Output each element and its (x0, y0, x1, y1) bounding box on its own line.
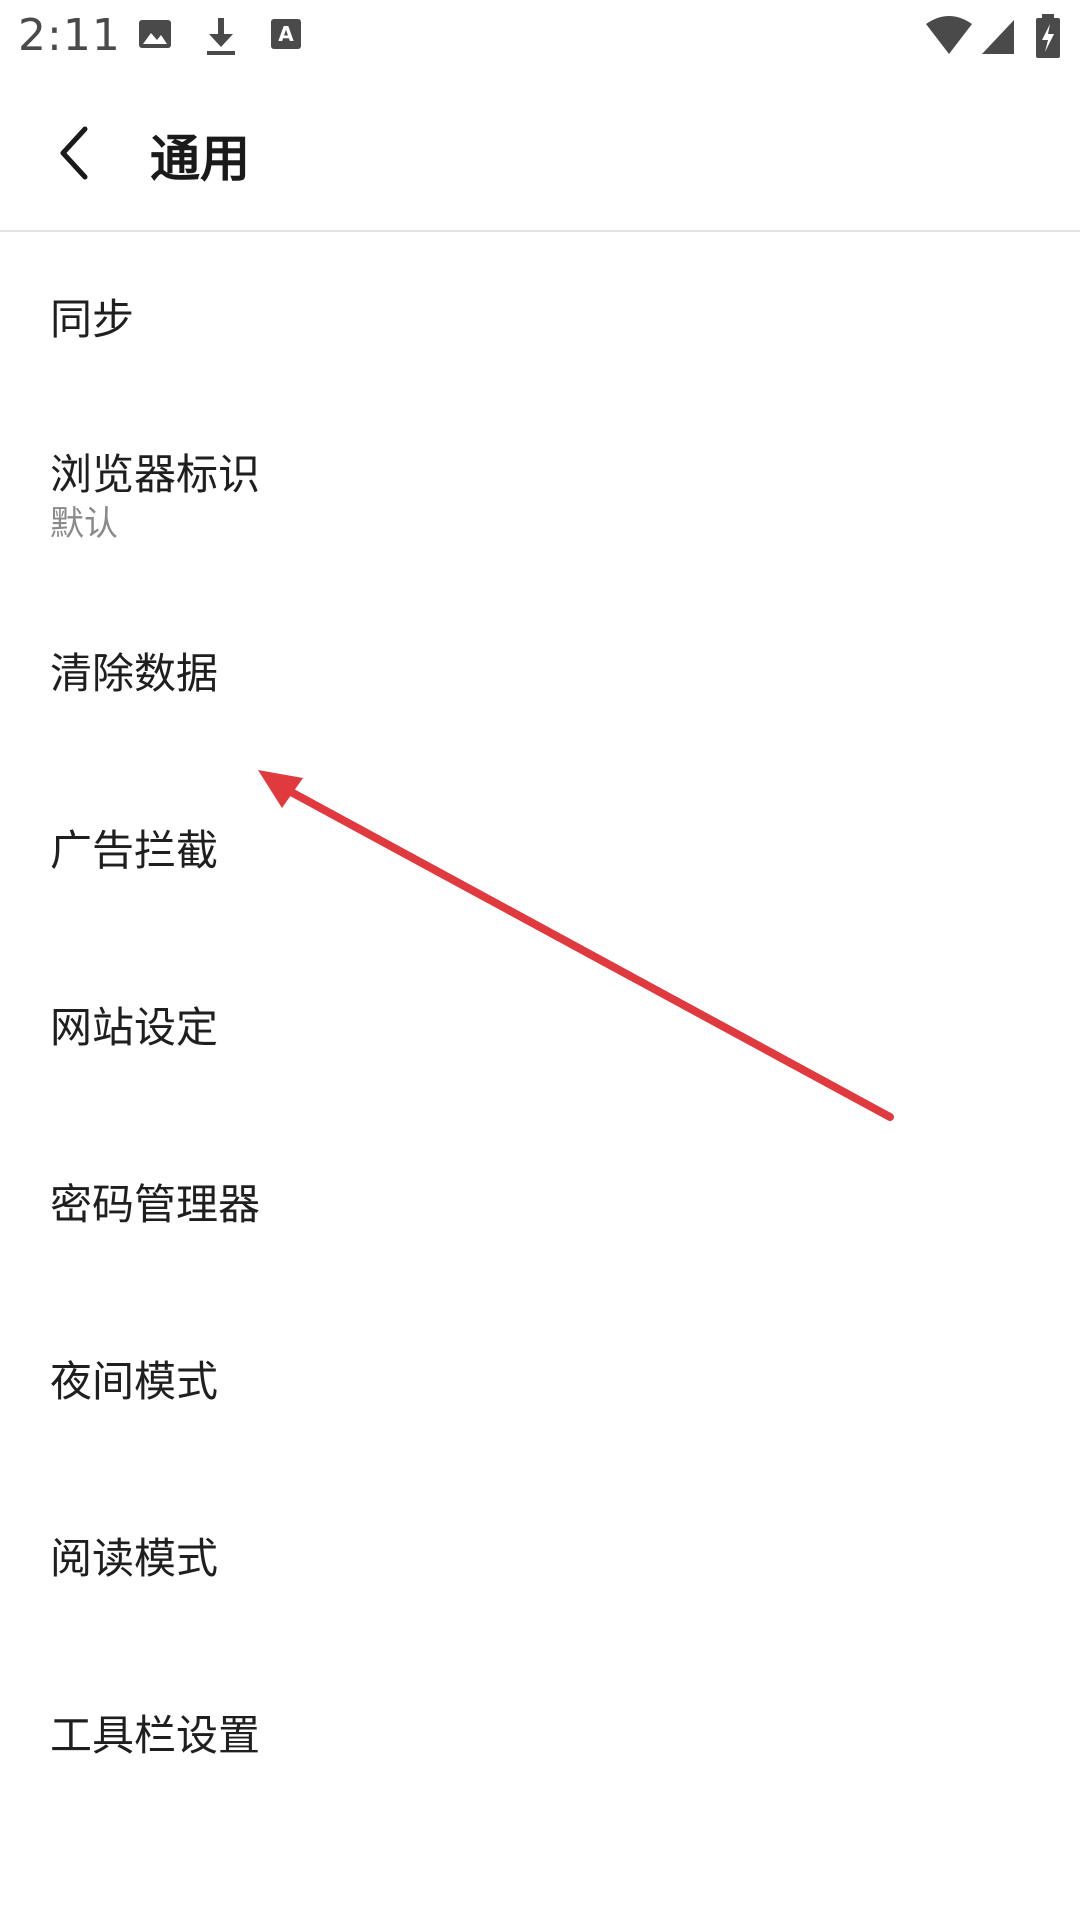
settings-item-site-settings[interactable]: 网站设定 (0, 940, 1080, 1117)
settings-item-value: 默认 (50, 504, 118, 545)
status-bar: 2:11 A (0, 0, 1080, 75)
settings-item-user-agent[interactable]: 浏览器标识 默认 (0, 409, 1080, 586)
settings-item-label: 密码管理器 (50, 1180, 261, 1230)
download-icon (203, 14, 243, 58)
cellular-signal-icon (978, 14, 1018, 58)
settings-item-label: 阅读模式 (50, 1534, 219, 1584)
font-a-icon: A (268, 14, 308, 58)
app-bar: 通用 (0, 75, 1080, 232)
back-button[interactable] (40, 113, 110, 193)
settings-list: 同步 浏览器标识 默认 清除数据 广告拦截 网站设定 密码管理器 夜间模式 阅读… (0, 232, 1080, 1825)
settings-item-label: 工具栏设置 (50, 1711, 261, 1761)
svg-text:A: A (278, 22, 294, 46)
settings-item-label: 清除数据 (50, 649, 219, 699)
settings-item-password-manager[interactable]: 密码管理器 (0, 1117, 1080, 1294)
settings-item-reading-mode[interactable]: 阅读模式 (0, 1471, 1080, 1648)
chevron-left-icon (60, 126, 88, 180)
settings-item-label: 网站设定 (50, 1003, 219, 1053)
settings-item-ad-block[interactable]: 广告拦截 (0, 763, 1080, 940)
page-title: 通用 (150, 130, 250, 188)
settings-item-night-mode[interactable]: 夜间模式 (0, 1294, 1080, 1471)
battery-charging-icon (1033, 14, 1063, 58)
settings-item-label: 广告拦截 (50, 826, 219, 876)
settings-item-label: 夜间模式 (50, 1357, 219, 1407)
settings-screen: 2:11 A 通用 同步 浏览器标识 默认 清除数据 广告拦截 网站设定 密码管… (0, 0, 1080, 1920)
settings-item-clear-data[interactable]: 清除数据 (0, 586, 1080, 763)
image-icon (137, 14, 177, 58)
settings-item-sync[interactable]: 同步 (0, 232, 1080, 409)
status-time: 2:11 (18, 10, 121, 61)
settings-item-label: 浏览器标识 (50, 449, 261, 499)
settings-item-toolbar-settings[interactable]: 工具栏设置 (0, 1648, 1080, 1825)
settings-item-label: 同步 (50, 295, 135, 345)
wifi-icon (924, 14, 974, 58)
